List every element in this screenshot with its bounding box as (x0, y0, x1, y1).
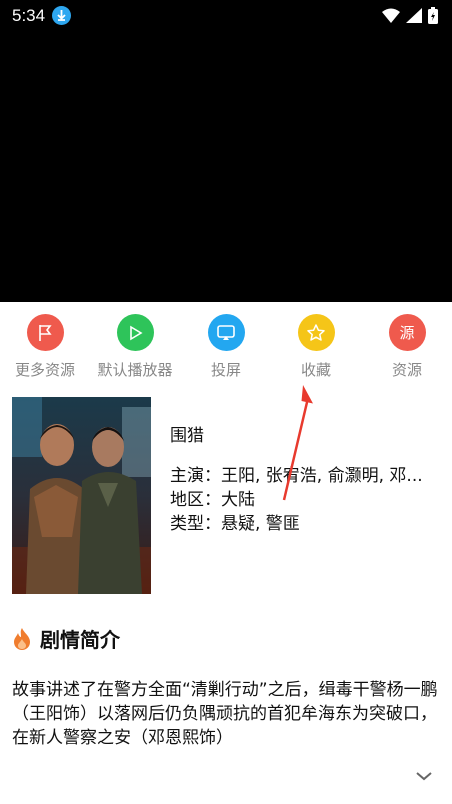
play-icon (116, 314, 154, 351)
download-icon (52, 6, 71, 25)
flag-icon (26, 314, 64, 351)
cast-button[interactable]: 投屏 (181, 314, 271, 380)
synopsis-header: 剧情简介 (12, 624, 120, 653)
wifi-icon (382, 8, 400, 23)
movie-poster[interactable] (12, 397, 151, 594)
status-time: 5:34 (12, 6, 46, 25)
source-glyph: 源 (399, 324, 415, 342)
more-sources-label: 更多资源 (14, 361, 75, 379)
movie-cast: 主演：王阳, 张宥浩, 俞灏明, 邓... (170, 466, 423, 486)
chevron-down-icon (416, 772, 432, 781)
default-player-button[interactable]: 默认播放器 (90, 314, 180, 380)
movie-region: 地区：大陆 (170, 490, 255, 510)
synopsis-text: 故事讲述了在警方全面“清剿行动”之后，缉毒干警杨一鹏（王阳饰）以落网后仍负隅顽抗… (12, 680, 438, 748)
movie-title: 围猎 (170, 426, 204, 446)
source-label: 资源 (391, 361, 422, 379)
video-player[interactable] (0, 0, 452, 302)
flame-icon (14, 627, 30, 650)
default-player-label: 默认播放器 (97, 361, 173, 379)
cast-icon (207, 314, 245, 351)
movie-info: 围猎 主演：王阳, 张宥浩, 俞灏明, 邓... 地区：大陆 类型：悬疑, 警匪 (170, 424, 440, 536)
status-bar: 5:34 (0, 0, 452, 32)
source-icon: 源 (388, 314, 426, 351)
favorite-button[interactable]: 收藏 (271, 314, 361, 380)
more-sources-button[interactable]: 更多资源 (0, 314, 90, 380)
source-button[interactable]: 源 资源 (362, 314, 452, 380)
expand-button[interactable] (414, 768, 434, 787)
signal-icon (406, 8, 422, 23)
movie-genre: 类型：悬疑, 警匪 (170, 514, 300, 534)
action-bar: 更多资源 默认播放器 投屏 收藏 源 资源 (0, 302, 452, 388)
battery-icon (428, 7, 438, 24)
star-icon (297, 314, 335, 351)
cast-label: 投屏 (210, 361, 241, 379)
favorite-label: 收藏 (300, 361, 331, 379)
synopsis-heading: 剧情简介 (40, 628, 120, 652)
